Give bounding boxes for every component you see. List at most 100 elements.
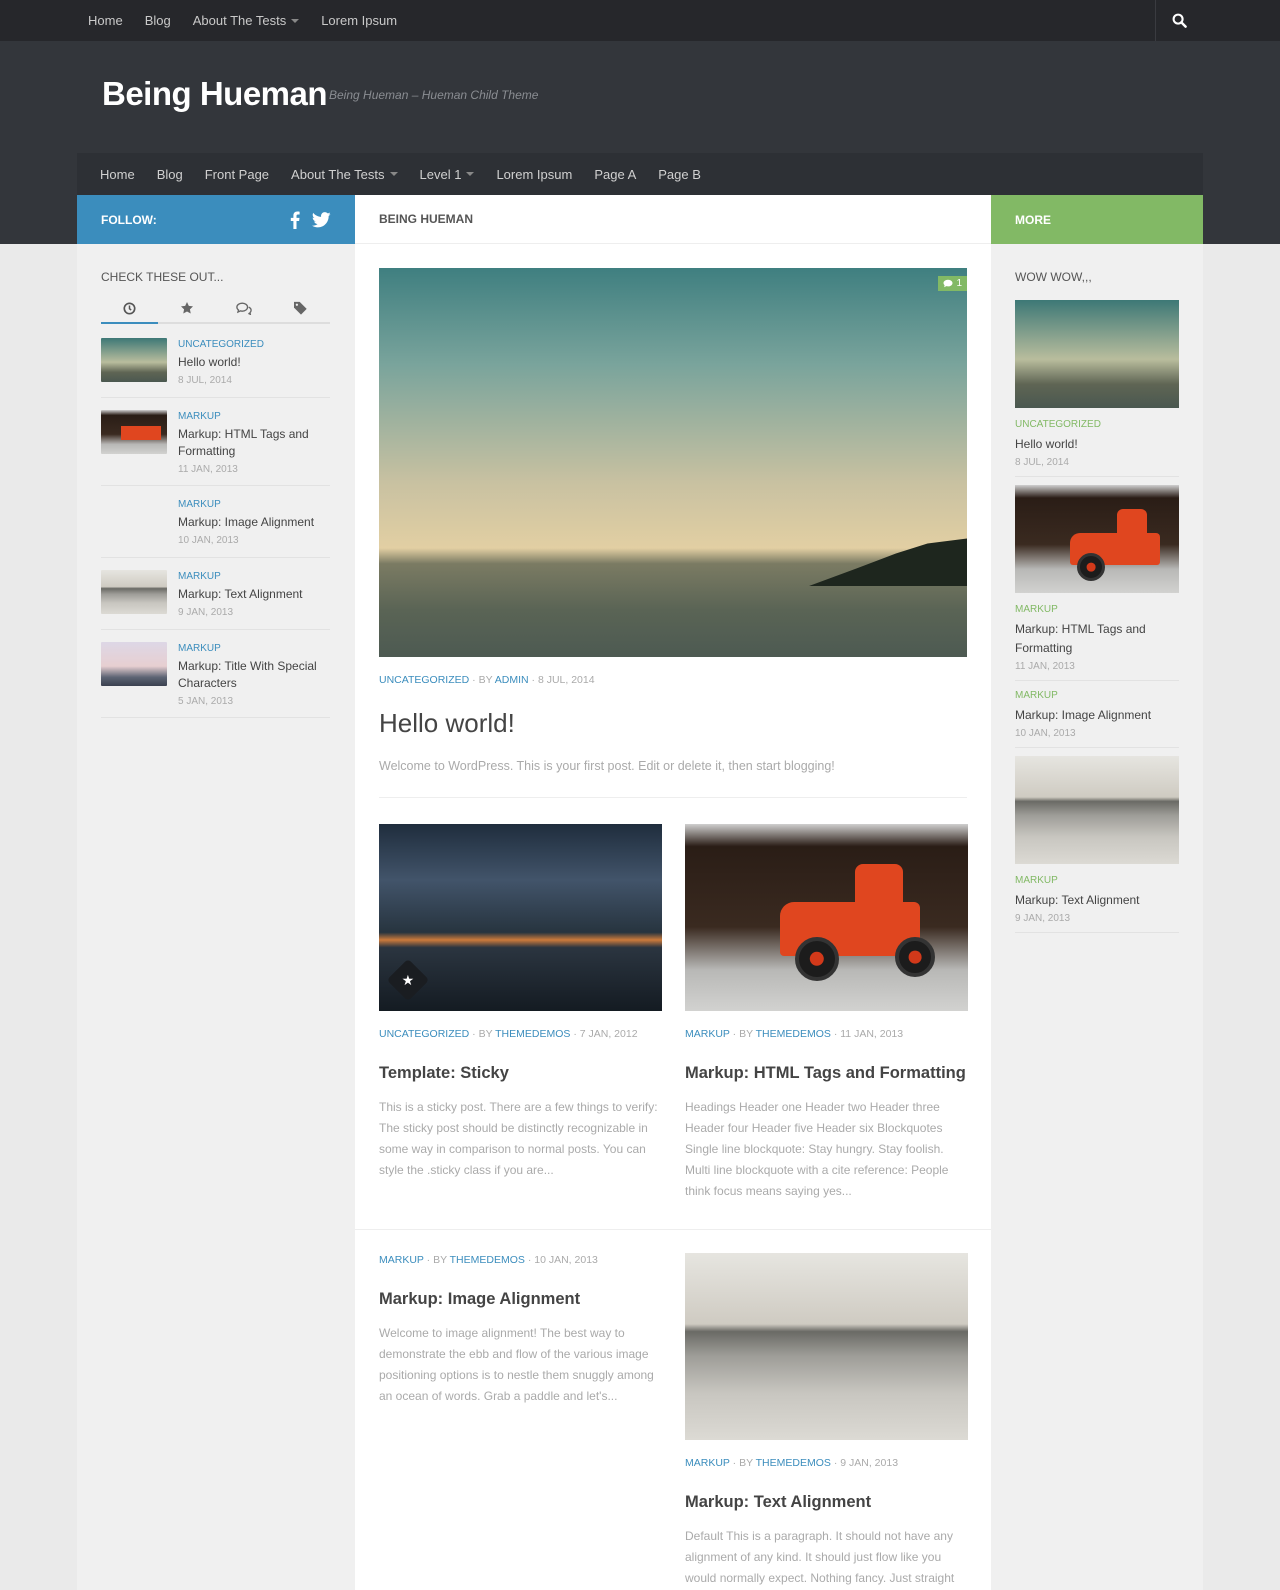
post-title[interactable]: Markup: Image Alignment — [178, 514, 314, 531]
post-category[interactable]: MARKUP — [178, 410, 330, 424]
list-item[interactable]: MARKUP Markup: Text Alignment 9 JAN, 201… — [101, 568, 330, 630]
list-item[interactable]: MARKUP Markup: Text Alignment 9 JAN, 201… — [1015, 756, 1179, 933]
search-button[interactable] — [1155, 0, 1203, 41]
post-byline: BY — [478, 674, 493, 686]
post-title[interactable]: Markup: HTML Tags and Formatting — [1015, 620, 1179, 658]
main-navigation: Home Blog Front Page About The Tests Lev… — [77, 153, 1203, 195]
search-icon — [1172, 13, 1187, 28]
tab-comments[interactable] — [216, 294, 273, 322]
list-item[interactable]: MARKUP Markup: HTML Tags and Formatting … — [101, 408, 330, 486]
post-date: 8 JUL, 2014 — [178, 375, 232, 386]
post-thumbnail[interactable] — [1015, 485, 1179, 593]
post-thumbnail[interactable] — [101, 642, 167, 686]
post-title[interactable]: Hello world! — [1015, 435, 1179, 454]
post-author[interactable]: THEMEDEMOS — [450, 1254, 525, 1266]
topnav-item-about-the-tests[interactable]: About The Tests — [193, 13, 300, 28]
tab-recent[interactable] — [101, 294, 159, 324]
site-description: Being Hueman – Hueman Child Theme — [329, 88, 539, 102]
post-title[interactable]: Markup: HTML Tags and Formatting — [685, 1064, 968, 1083]
post-card: MARKUP · BY THEMEDEMOS · 10 JAN, 2013 Ma… — [379, 1254, 662, 1407]
post-thumbnail[interactable] — [685, 1253, 968, 1440]
mainnav-item-level-1[interactable]: Level 1 — [420, 167, 475, 182]
post-title[interactable]: Markup: Text Alignment — [178, 586, 303, 603]
topnav-label: Lorem Ipsum — [321, 13, 398, 28]
mainnav-item-page-a[interactable]: Page A — [594, 167, 636, 182]
tab-tags[interactable] — [273, 294, 330, 322]
post-title[interactable]: Markup: Text Alignment — [1015, 891, 1179, 910]
post-title[interactable]: Template: Sticky — [379, 1064, 662, 1083]
post-category[interactable]: MARKUP — [178, 570, 303, 584]
post-category[interactable]: MARKUP — [178, 642, 330, 656]
list-item[interactable]: MARKUP Markup: Image Alignment 10 JAN, 2… — [101, 496, 330, 558]
mainnav-item-blog[interactable]: Blog — [157, 167, 183, 182]
post-category[interactable]: MARKUP — [685, 1457, 730, 1469]
post-category[interactable]: MARKUP — [1015, 874, 1179, 888]
site-title[interactable]: Being Hueman — [102, 75, 328, 113]
post-category[interactable]: UNCATEGORIZED — [178, 338, 264, 352]
post-thumbnail[interactable] — [101, 338, 167, 382]
post-author[interactable]: ADMIN — [495, 674, 529, 686]
list-item[interactable]: MARKUP Markup: Image Alignment 10 JAN, 2… — [1015, 689, 1179, 748]
follow-bar: FOLLOW: — [77, 195, 355, 244]
post-author[interactable]: THEMEDEMOS — [756, 1028, 831, 1040]
post-category[interactable]: MARKUP — [379, 1254, 424, 1266]
post-title[interactable]: Markup: Image Alignment — [1015, 706, 1179, 725]
list-item[interactable]: UNCATEGORIZED Hello world! 8 JUL, 2014 — [101, 336, 330, 398]
comments-icon — [236, 301, 252, 315]
topnav-item-blog[interactable]: Blog — [145, 13, 171, 28]
post-thumbnail[interactable] — [1015, 300, 1179, 408]
post-title[interactable]: Markup: Text Alignment — [685, 1493, 968, 1512]
post-author[interactable]: THEMEDEMOS — [495, 1028, 570, 1040]
list-item[interactable]: MARKUP Markup: HTML Tags and Formatting … — [1015, 485, 1179, 681]
mainnav-item-front-page[interactable]: Front Page — [205, 167, 269, 182]
main-content: 1 UNCATEGORIZED · BY ADMIN · 8 JUL, 2014… — [355, 244, 991, 1590]
post-author[interactable]: THEMEDEMOS — [756, 1457, 831, 1469]
post-thumbnail[interactable] — [1015, 756, 1179, 864]
post-category[interactable]: MARKUP — [178, 498, 314, 512]
post-thumbnail[interactable] — [685, 824, 968, 1011]
post-title[interactable]: Markup: Title With Special Characters — [178, 658, 330, 692]
post-category[interactable]: MARKUP — [1015, 603, 1179, 617]
post-category[interactable]: MARKUP — [685, 1028, 730, 1040]
post-card: MARKUP · BY THEMEDEMOS · 11 JAN, 2013 Ma… — [685, 824, 968, 1202]
post-thumbnail[interactable] — [101, 498, 167, 542]
post-meta: MARKUP · BY THEMEDEMOS · 10 JAN, 2013 — [379, 1254, 662, 1266]
post-title[interactable]: Markup: Image Alignment — [379, 1290, 662, 1309]
post-byline: BY — [739, 1457, 753, 1469]
post-title[interactable]: Hello world! — [379, 708, 967, 739]
post-byline: BY — [433, 1254, 447, 1266]
list-item[interactable]: UNCATEGORIZED Hello world! 8 JUL, 2014 — [1015, 300, 1179, 477]
post-title[interactable]: Markup: HTML Tags and Formatting — [178, 426, 330, 460]
post-category[interactable]: UNCATEGORIZED — [379, 674, 469, 686]
post-thumbnail[interactable]: ★ — [379, 824, 662, 1011]
comment-count-badge[interactable]: 1 — [938, 276, 967, 291]
post-byline: BY — [478, 1028, 493, 1040]
more-bar: MORE — [991, 195, 1203, 244]
chevron-down-icon — [466, 172, 475, 176]
featured-image[interactable]: 1 — [379, 268, 967, 657]
post-thumbnail[interactable] — [101, 570, 167, 614]
top-bar: Home Blog About The Tests Lorem Ipsum — [0, 0, 1280, 41]
post-date: 8 JUL, 2014 — [537, 674, 595, 686]
mainnav-item-page-b[interactable]: Page B — [658, 167, 701, 182]
post-title[interactable]: Hello world! — [178, 354, 264, 371]
comment-bubble-icon — [943, 279, 953, 288]
post-category[interactable]: UNCATEGORIZED — [1015, 418, 1179, 432]
post-date: 11 JAN, 2013 — [1015, 661, 1075, 672]
twitter-icon[interactable] — [312, 211, 331, 228]
star-icon — [180, 302, 193, 314]
post-category[interactable]: UNCATEGORIZED — [379, 1028, 469, 1040]
facebook-icon[interactable] — [290, 211, 300, 229]
post-category[interactable]: MARKUP — [1015, 689, 1179, 703]
follow-label: FOLLOW: — [101, 212, 157, 227]
mainnav-item-home[interactable]: Home — [100, 167, 135, 182]
tab-popular[interactable] — [158, 294, 215, 322]
topnav-item-lorem-ipsum[interactable]: Lorem Ipsum — [321, 13, 397, 28]
widget-title: CHECK THESE OUT... — [101, 270, 224, 284]
mainnav-label: Lorem Ipsum — [496, 166, 573, 182]
mainnav-item-about-the-tests[interactable]: About The Tests — [291, 167, 398, 182]
post-thumbnail[interactable] — [101, 410, 167, 454]
topnav-item-home[interactable]: Home — [88, 13, 123, 28]
mainnav-item-lorem-ipsum[interactable]: Lorem Ipsum — [496, 167, 572, 182]
list-item[interactable]: MARKUP Markup: Title With Special Charac… — [101, 640, 330, 718]
